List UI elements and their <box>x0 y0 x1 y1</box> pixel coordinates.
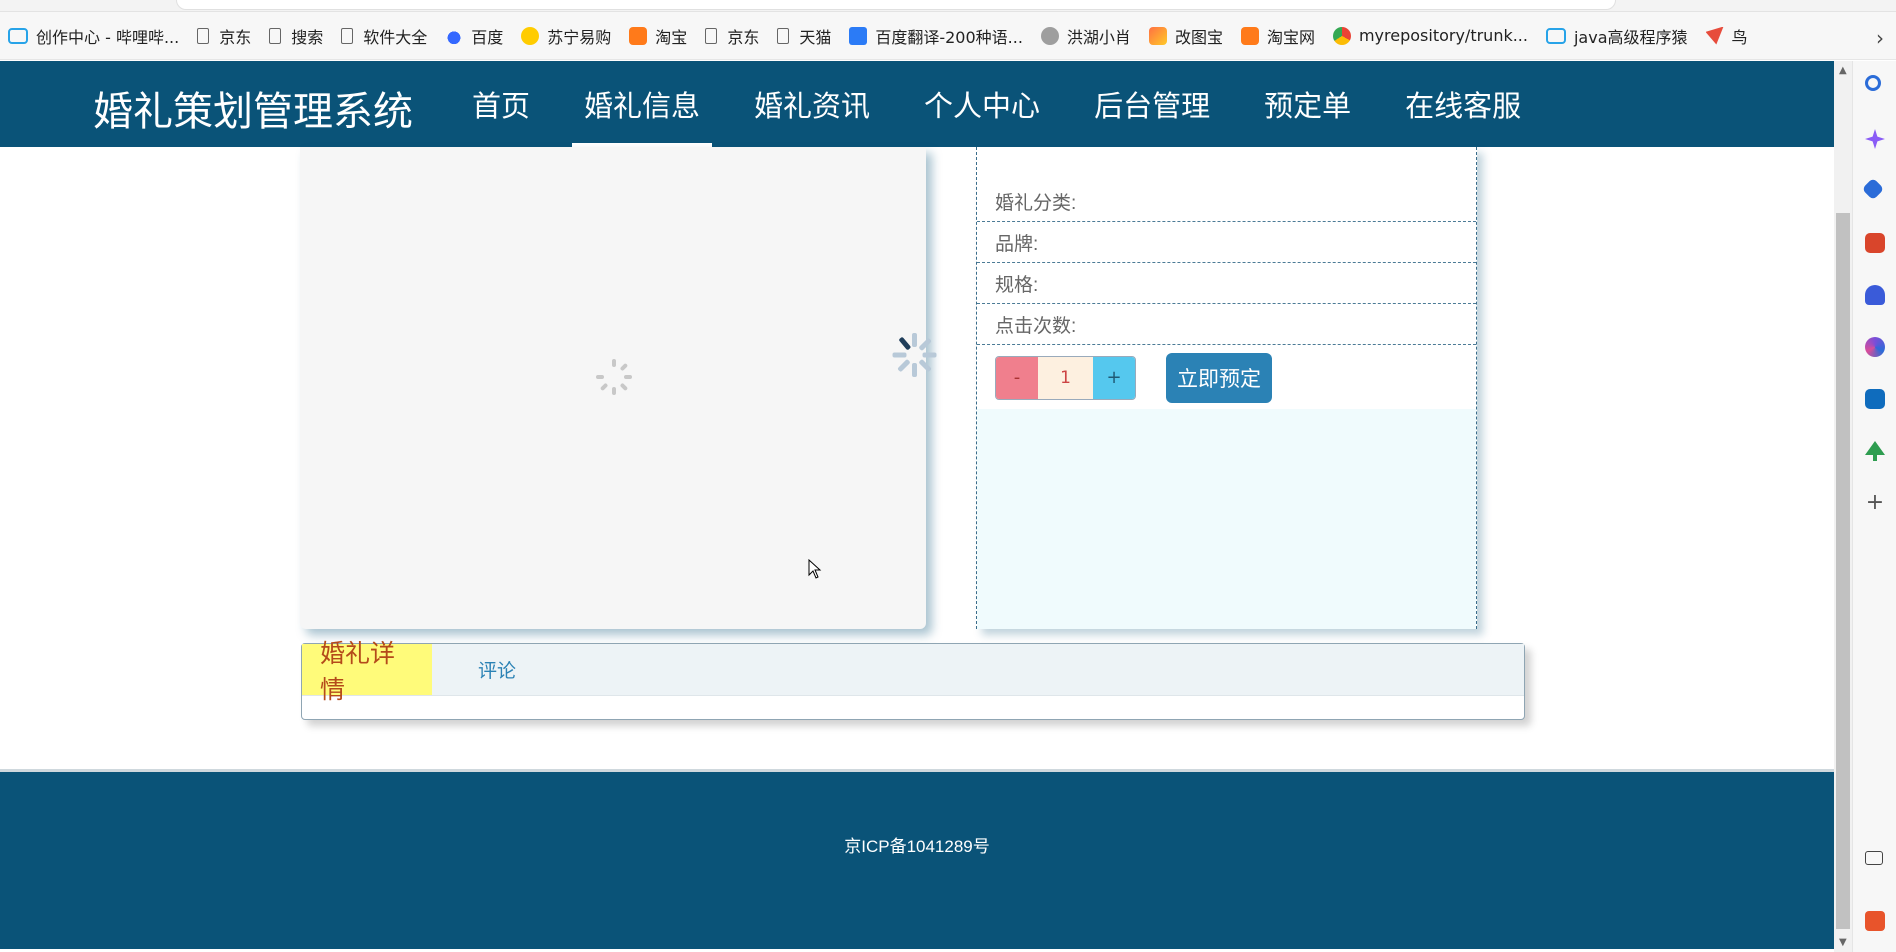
clicks-label: 点击次数: <box>995 315 1077 337</box>
taobao-icon <box>629 26 648 45</box>
copilot-icon[interactable] <box>1865 129 1885 149</box>
add-icon[interactable]: + <box>1865 492 1885 514</box>
quantity-stepper: - 1 + <box>995 355 1136 400</box>
sogou-icon[interactable] <box>1865 911 1885 931</box>
brand-row: 品牌: <box>977 222 1476 263</box>
search-icon[interactable] <box>1865 75 1881 91</box>
bilibili-icon <box>8 27 28 44</box>
increase-button[interactable]: + <box>1093 356 1135 399</box>
main-content: 婚礼分类: 品牌: 规格: 点击次数: - 1 + 立即预定 婚礼详情 评论 <box>0 147 1834 769</box>
bookmark-java[interactable]: java高级程序猿 <box>1545 24 1688 48</box>
baidu-icon <box>445 26 464 45</box>
spec-row: 规格: <box>977 263 1476 304</box>
bookmark-baidu-translate[interactable]: 百度翻译-200种语... <box>849 24 1023 48</box>
bookmark-taobaowang[interactable]: 淘宝网 <box>1240 24 1315 48</box>
bookmark-jd[interactable]: 京东 <box>197 24 251 48</box>
info-panel-body <box>977 409 1476 629</box>
clicks-row: 点击次数: <box>977 304 1476 345</box>
page-icon <box>197 27 210 44</box>
detail-tabs: 婚礼详情 评论 <box>301 640 1525 720</box>
nav-online-service[interactable]: 在线客服 <box>1405 61 1521 147</box>
browser-sidebar: + <box>1852 61 1896 952</box>
loading-spinner-icon <box>596 359 632 395</box>
tag-icon[interactable] <box>1861 177 1885 201</box>
bookmark-suning[interactable]: 苏宁易购 <box>521 24 611 48</box>
toolbox-icon[interactable] <box>1865 233 1885 253</box>
avatar-icon <box>1040 26 1059 45</box>
tabs-bar: 婚礼详情 评论 <box>302 640 1524 704</box>
bird-icon <box>1705 26 1724 45</box>
mouse-cursor-icon <box>808 559 822 579</box>
bookmark-taobao[interactable]: 淘宝 <box>629 24 687 48</box>
spec-label: 规格: <box>995 274 1039 296</box>
image-gallery[interactable] <box>300 147 926 629</box>
page-icon <box>777 27 790 44</box>
bookmark-bilibili[interactable]: 创作中心 - 哔哩哔... <box>8 24 179 48</box>
wedding-info-panel: 婚礼分类: 品牌: 规格: 点击次数: - 1 + 立即预定 <box>976 147 1477 629</box>
outlook-icon[interactable] <box>1865 389 1885 409</box>
bookmark-software[interactable]: 软件大全 <box>341 24 427 48</box>
page-icon <box>705 27 718 44</box>
tab-comments[interactable]: 评论 <box>460 644 534 695</box>
panel-toggle-icon[interactable] <box>1865 851 1883 865</box>
bookmark-myrepository[interactable]: myrepository/trunk... <box>1332 26 1528 45</box>
suning-icon <box>521 26 540 45</box>
games-icon[interactable] <box>1865 285 1885 305</box>
bilibili-icon <box>1545 27 1566 44</box>
page-icon <box>269 27 282 44</box>
gaitubao-icon <box>1148 26 1167 45</box>
baidu-translate-icon <box>849 26 868 45</box>
category-label: 婚礼分类: <box>995 192 1077 214</box>
bookmark-jd-2[interactable]: 京东 <box>705 24 759 48</box>
quantity-input[interactable]: 1 <box>1038 356 1093 399</box>
nav-wedding-info[interactable]: 婚礼信息 <box>572 61 713 147</box>
address-bar[interactable] <box>176 0 1616 10</box>
nav-orders[interactable]: 预定单 <box>1264 61 1351 147</box>
brand-label: 品牌: <box>995 233 1039 255</box>
nav-home[interactable]: 首页 <box>472 61 530 147</box>
site-title[interactable]: 婚礼策划管理系统 <box>93 79 413 137</box>
bookmark-tmall[interactable]: 天猫 <box>777 24 831 48</box>
loading-spinner-large-icon <box>892 333 937 377</box>
site-footer: 京ICP备1041289号 <box>0 769 1834 949</box>
decrease-button[interactable]: - <box>996 356 1038 399</box>
nav-wedding-news[interactable]: 婚礼资讯 <box>754 61 870 147</box>
page-icon <box>341 27 354 44</box>
site-header: 婚礼策划管理系统 首页 婚礼信息 婚礼资讯 个人中心 后台管理 预定单 在线客服 <box>0 61 1834 147</box>
office-icon[interactable] <box>1865 337 1885 357</box>
nav-personal-center[interactable]: 个人中心 <box>924 61 1040 147</box>
tree-icon[interactable] <box>1865 441 1885 461</box>
chrome-icon <box>1332 26 1351 45</box>
order-row: - 1 + 立即预定 <box>977 345 1476 411</box>
main-nav: 首页 婚礼信息 婚礼资讯 个人中心 后台管理 预定单 在线客服 <box>472 61 1575 147</box>
bookmark-baidu[interactable]: 百度 <box>445 24 503 48</box>
tab-wedding-detail[interactable]: 婚礼详情 <box>302 640 432 704</box>
category-row: 婚礼分类: <box>977 181 1476 222</box>
reserve-now-button[interactable]: 立即预定 <box>1166 352 1272 403</box>
bookmark-gaitubao[interactable]: 改图宝 <box>1148 24 1223 48</box>
taobao-icon <box>1240 26 1259 45</box>
scroll-down-icon[interactable]: ▼ <box>1839 937 1847 948</box>
nav-admin[interactable]: 后台管理 <box>1094 61 1210 147</box>
scrollbar-thumb[interactable] <box>1836 213 1850 929</box>
chevron-right-icon[interactable]: › <box>1876 26 1884 50</box>
bookmarks-bar: 创作中心 - 哔哩哔... 京东 搜索 软件大全 百度 苏宁易购 淘宝 京东 天… <box>0 12 1896 60</box>
bookmark-honghu[interactable]: 洪湖小肖 <box>1040 24 1131 48</box>
browser-top-strip <box>0 0 1896 12</box>
bookmark-search[interactable]: 搜索 <box>269 24 323 48</box>
bookmark-bird[interactable]: 鸟 <box>1705 24 1748 48</box>
page-scrollbar[interactable]: ▲ ▼ <box>1834 61 1852 952</box>
icp-record: 京ICP备1041289号 <box>844 837 990 856</box>
scroll-up-icon[interactable]: ▲ <box>1839 65 1847 76</box>
